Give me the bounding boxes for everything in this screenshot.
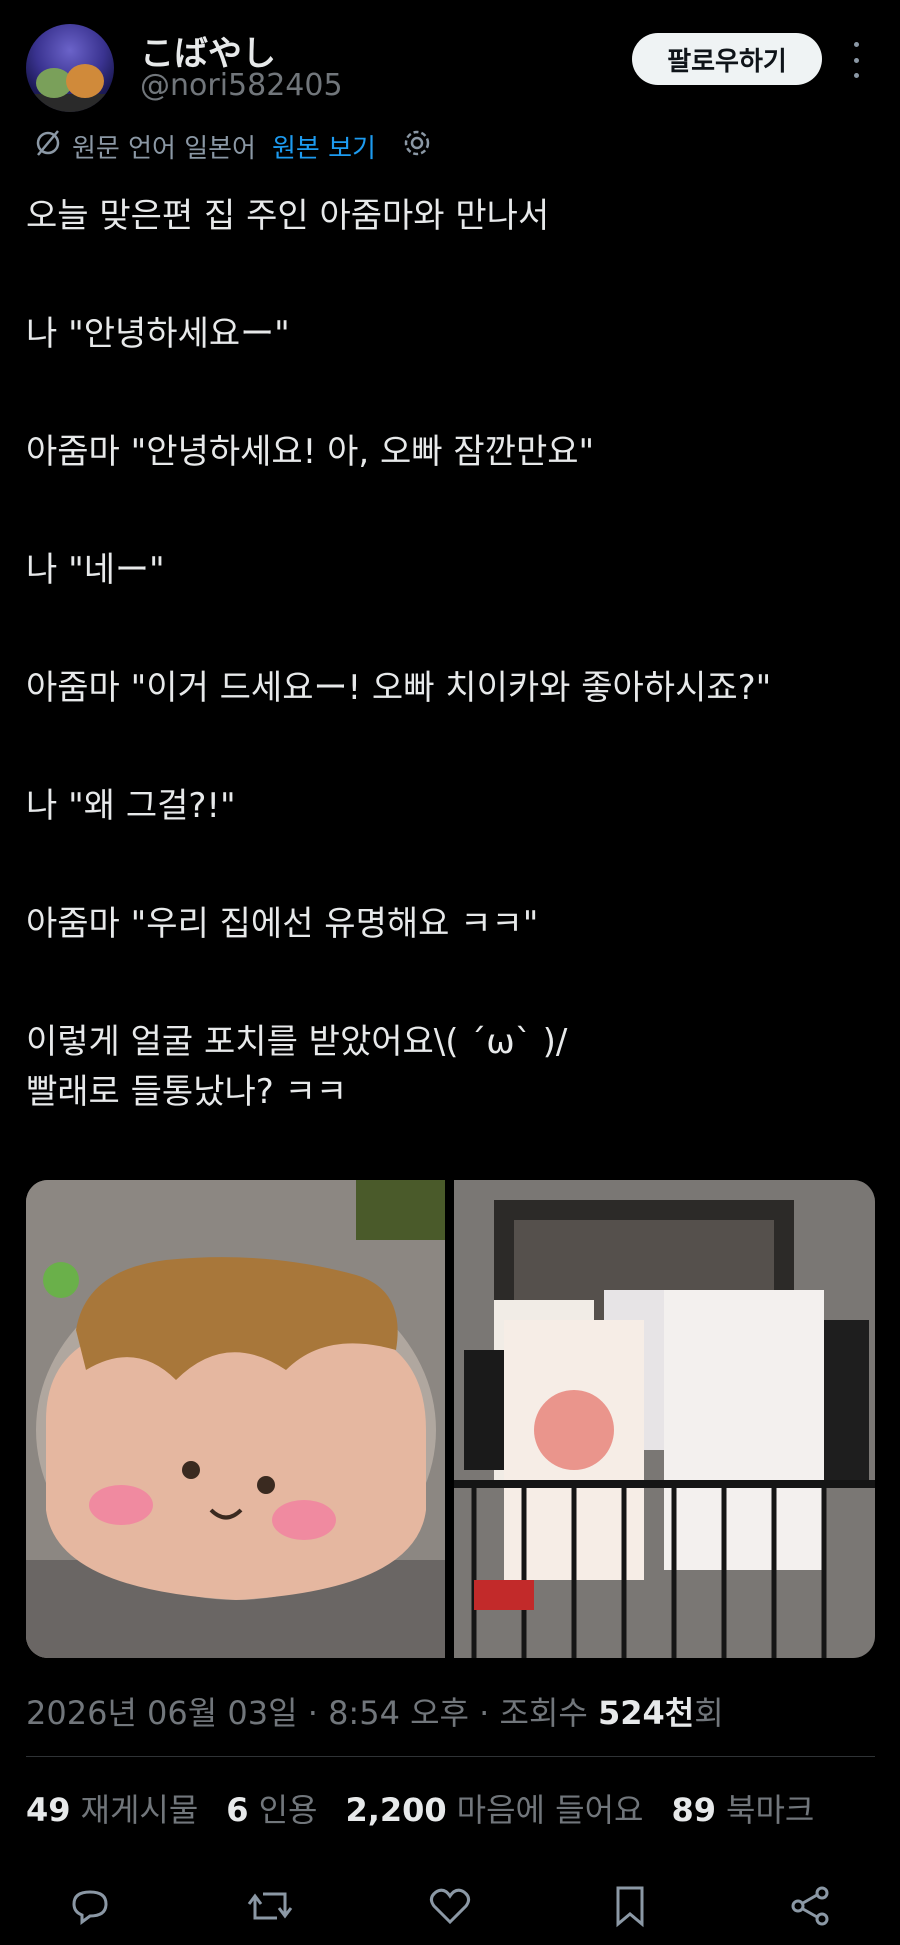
like-icon[interactable] <box>424 1880 476 1932</box>
likes-stat[interactable]: 2,200 마음에 들어요 <box>345 1785 643 1831</box>
tweet-line: 나 "네ー" <box>26 550 165 590</box>
action-bar <box>0 1880 900 1940</box>
quotes-stat[interactable]: 6 인용 <box>226 1785 317 1831</box>
tweet-line: 빨래로 들통났나? ㅋㅋ <box>26 1072 348 1112</box>
bookmark-icon[interactable] <box>604 1880 656 1932</box>
tweet-line: 나 "왜 그걸?!" <box>26 786 236 826</box>
tweet-line: 나 "안녕하세요ー" <box>26 314 290 354</box>
tweet-date[interactable]: 2026년 06월 03일 <box>26 1694 298 1732</box>
reply-icon[interactable] <box>64 1880 116 1932</box>
laundry-photo[interactable] <box>454 1180 875 1658</box>
retweet-icon[interactable] <box>244 1880 296 1932</box>
tweet-stats: 49 재게시물 6 인용 2,200 마음에 들어요 89 북마크 <box>26 1785 842 1831</box>
tweet-time[interactable]: 8:54 오후 <box>328 1694 469 1732</box>
source-language: 원문 언어 일본어 <box>72 133 256 164</box>
tweet-line: 아줌마 "이거 드세요ー! 오빠 치이카와 좋아하시죠?" <box>26 668 772 708</box>
views-suffix: 회 <box>694 1694 724 1732</box>
more-vertical-icon[interactable] <box>848 42 864 78</box>
tweet-meta: 2026년 06월 03일 · 8:54 오후 · 조회수 524천회 <box>26 1694 724 1732</box>
avatar[interactable] <box>26 24 114 112</box>
gear-icon[interactable] <box>402 128 432 165</box>
media-grid <box>26 1180 875 1658</box>
views-count: 524천 <box>598 1694 695 1732</box>
tweet-header: こばやし @nori582405 팔로우하기 <box>0 0 900 130</box>
pouch-photo[interactable] <box>26 1180 445 1658</box>
follow-button[interactable]: 팔로우하기 <box>632 33 822 85</box>
tweet-line: 오늘 맞은편 집 주인 아줌마와 만나서 <box>26 196 550 236</box>
divider <box>26 1756 875 1757</box>
tweet-line: 이렇게 얼굴 포치를 받았어요\( ´ω` )/ <box>26 1022 568 1062</box>
user-handle[interactable]: @nori582405 <box>140 68 343 103</box>
translate-icon <box>34 129 62 164</box>
tweet-line: 아줌마 "우리 집에선 유명해요 ㅋㅋ" <box>26 904 539 944</box>
view-original-link[interactable]: 원본 보기 <box>272 128 376 165</box>
views-label: 조회수 <box>499 1694 588 1732</box>
tweet-line: 아줌마 "안녕하세요! 아, 오빠 잠깐만요" <box>26 432 595 472</box>
share-icon[interactable] <box>784 1880 836 1932</box>
bookmarks-stat[interactable]: 89 북마크 <box>671 1785 814 1831</box>
translation-bar: 원문 언어 일본어 원본 보기 <box>34 126 432 166</box>
retweets-stat[interactable]: 49 재게시물 <box>26 1785 198 1831</box>
